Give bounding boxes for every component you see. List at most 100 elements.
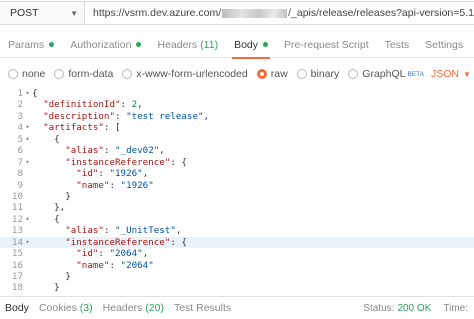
code-line[interactable]: 10 }	[0, 191, 474, 202]
code-text: }	[32, 190, 71, 202]
code-line[interactable]: 16 "name": "2064"	[0, 260, 474, 271]
tab-body[interactable]: Body	[226, 32, 276, 59]
code-editor[interactable]: 1 ▾{2 "definitionId": 2, 3 "description": …	[0, 88, 474, 294]
radio-icon[interactable]	[296, 69, 307, 79]
tab-count: (11)	[200, 38, 219, 51]
fold-toggle-icon[interactable]: ▾	[23, 88, 32, 99]
chevron-down-icon: ▼	[463, 69, 471, 79]
radio-icon[interactable]	[8, 69, 18, 79]
code-text: {	[32, 88, 38, 99]
fold-toggle-icon[interactable]: ▾	[23, 157, 32, 168]
code-line[interactable]: 12 ▾ {	[0, 214, 474, 225]
code-line[interactable]: 1 ▾{	[0, 88, 474, 99]
format-label: JSON	[430, 68, 459, 80]
fold-toggle-icon[interactable]: ▾	[23, 134, 32, 145]
code-line[interactable]: 17 }	[0, 271, 474, 282]
body-type-form-data[interactable]: form-data	[54, 68, 113, 80]
line-number: 1	[17, 88, 23, 99]
line-number: 10	[11, 190, 23, 202]
code-line[interactable]: 18 }	[0, 282, 474, 293]
line-number: 5	[17, 133, 23, 145]
radio-icon[interactable]	[122, 69, 133, 79]
code-text: },	[32, 202, 66, 214]
tab-label: Test Results	[173, 302, 232, 314]
code-line[interactable]: 9 "name": "1926"	[0, 180, 474, 191]
option-label: GraphQL	[362, 68, 406, 80]
status-label: Status:	[363, 302, 395, 314]
code-text: "instanceReference": {	[65, 156, 187, 168]
code-line[interactable]: 4 ▾ "artifacts": [	[0, 122, 474, 133]
url-input[interactable]: https://vsrm.dev.azure.com/ /_apis/releas…	[85, 1, 474, 25]
tab-count: (20)	[145, 302, 164, 314]
radio-icon[interactable]	[348, 69, 359, 79]
code-text: "name": "1926"	[76, 179, 154, 191]
code-line[interactable]: 15 "id": "2064",	[0, 248, 474, 259]
line-number: 3	[17, 110, 23, 122]
response-tab-headers[interactable]: Headers (20)	[98, 302, 169, 314]
code-text: "alias": "_UnitTest",	[65, 225, 182, 237]
tab-headers[interactable]: Headers (11)	[149, 32, 226, 58]
line-number: 6	[17, 145, 23, 157]
tab-label: Authorization	[70, 38, 132, 51]
url-suffix: /_apis/release/releases?api-version=5.1	[288, 7, 474, 19]
fold-gutter	[23, 111, 32, 122]
fold-toggle-icon[interactable]: ▾	[23, 237, 32, 248]
status-value: 200 OK	[397, 302, 432, 314]
format-select[interactable]: JSON ▼	[431, 68, 471, 80]
fold-gutter	[23, 191, 32, 202]
code-line[interactable]: 2 "definitionId": 2,	[0, 99, 474, 110]
body-type-binary[interactable]: binary	[296, 68, 340, 80]
fold-gutter	[23, 145, 32, 156]
time-label: Time:	[443, 302, 468, 314]
body-type-urlencoded[interactable]: x-www-form-urlencoded	[122, 68, 248, 80]
method-select[interactable]: POST ▼	[0, 1, 85, 25]
status-dot-icon	[49, 42, 55, 47]
option-label: binary	[310, 68, 340, 80]
code-line[interactable]: 13 "alias": "_UnitTest",	[0, 225, 474, 236]
tab-label: Settings	[425, 38, 464, 51]
tab-label: Params	[8, 38, 45, 51]
fold-gutter	[23, 260, 32, 271]
code-line[interactable]: 5 ▾ {	[0, 134, 474, 145]
line-number: 17	[11, 271, 23, 282]
line-number: 14	[11, 236, 23, 248]
fold-toggle-icon[interactable]: ▾	[23, 214, 32, 225]
line-number: 12	[11, 213, 23, 225]
response-tab-test-results[interactable]: Test Results	[169, 302, 236, 314]
tab-authorization[interactable]: Authorization	[62, 32, 149, 58]
fold-toggle-icon[interactable]: ▾	[23, 122, 32, 133]
radio-selected-icon[interactable]	[256, 69, 267, 79]
body-type-none[interactable]: none	[8, 68, 45, 80]
status-dot-icon	[136, 42, 142, 47]
tab-label: Headers	[102, 302, 143, 314]
code-text: "id": "2064",	[76, 248, 149, 260]
fold-gutter	[23, 99, 32, 110]
response-tab-body[interactable]: Body	[0, 302, 34, 314]
code-line[interactable]: 3 "description": "test release",	[0, 111, 474, 122]
code-line[interactable]: 11 },	[0, 202, 474, 213]
tab-params[interactable]: Params	[0, 32, 62, 58]
code-line[interactable]: 6 "alias": "_dev02",	[0, 145, 474, 156]
code-text: "alias": "_dev02",	[65, 145, 165, 157]
code-text: "artifacts": [	[43, 122, 121, 134]
code-line[interactable]: 14 ▾ "instanceReference": {	[0, 236, 474, 249]
code-line[interactable]: 8 "id": "1926",	[0, 168, 474, 179]
fold-gutter	[23, 180, 32, 191]
chevron-down-icon: ▼	[70, 8, 78, 18]
line-number: 4	[17, 122, 23, 134]
response-tab-cookies[interactable]: Cookies (3)	[34, 302, 98, 314]
status-dot-icon	[263, 42, 269, 47]
tab-label: Body	[234, 38, 259, 51]
tab-settings[interactable]: Settings	[417, 32, 471, 58]
code-line[interactable]: 7 ▾ "instanceReference": {	[0, 157, 474, 168]
body-type-graphql[interactable]: GraphQL BETA	[348, 68, 424, 80]
tab-tests[interactable]: Tests	[377, 32, 418, 58]
redacted-region	[222, 8, 288, 18]
tab-label: Body	[5, 302, 29, 314]
tab-pre-request-script[interactable]: Pre-request Script	[276, 32, 377, 58]
body-type-raw[interactable]: raw	[256, 68, 288, 80]
option-label: none	[22, 68, 46, 80]
code-text: }	[32, 271, 71, 282]
radio-icon[interactable]	[54, 69, 65, 79]
code-text: "definitionId": 2,	[43, 99, 143, 111]
